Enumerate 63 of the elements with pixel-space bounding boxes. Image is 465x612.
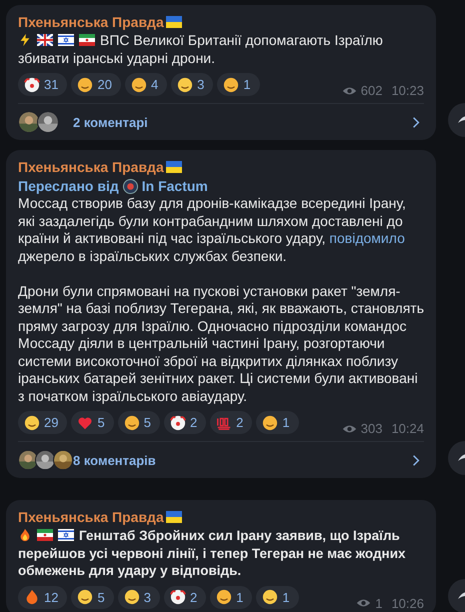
reaction-chip[interactable]: 3 bbox=[118, 586, 160, 608]
text-link[interactable]: повідомило bbox=[329, 230, 405, 246]
reaction-chip[interactable]: 5 bbox=[118, 411, 160, 434]
eye-icon bbox=[342, 424, 357, 434]
reaction-chip[interactable]: 12 bbox=[18, 586, 68, 608]
reaction-chip[interactable]: 1 bbox=[256, 411, 299, 434]
comments-count: 8 коментарів bbox=[73, 452, 157, 468]
reaction-chip[interactable]: 5 bbox=[71, 411, 114, 434]
clown-icon bbox=[170, 414, 186, 430]
reaction-chip[interactable]: 2 bbox=[164, 411, 206, 434]
forwarded-source[interactable]: In Factum bbox=[142, 178, 208, 194]
lightning-icon bbox=[18, 33, 32, 47]
reaction-chip[interactable]: 29 bbox=[18, 411, 68, 434]
clown-icon bbox=[170, 589, 186, 605]
flag-icon bbox=[37, 529, 53, 541]
flag-icon bbox=[166, 16, 182, 28]
chevron-right-icon bbox=[412, 116, 420, 128]
reaction-chip[interactable]: 3 bbox=[171, 73, 214, 96]
view-count: 602 bbox=[360, 83, 382, 98]
channel-name[interactable]: Пхеньянська Правда bbox=[18, 158, 164, 176]
comments-bar[interactable]: 8 коментарів bbox=[18, 441, 424, 478]
reaction-chip[interactable]: 31 bbox=[18, 73, 68, 96]
clown-icon bbox=[24, 76, 40, 92]
flag-icon bbox=[58, 34, 74, 46]
smiley-icon bbox=[262, 589, 278, 605]
flag-icon bbox=[58, 529, 74, 541]
smiley-icon bbox=[77, 589, 94, 605]
message-text: Генштаб Збройних сил Ірану заявив, що Ізраїль перейшов усі червоні лінії, і тепер Тегеран не має жодних обмежень для удару у відповідь. bbox=[18, 527, 407, 580]
message-text: Дрони були спрямовані на пускові установки ракет "земля-земля" на базі поблизу Тегерана, які, як вважають, становлять пряму загрозу для Ізраїлю. Одночасно підрозділи командос Моссаду діяли в центральній частині Ірану, розгортаючи системи високоточної зброї на відкритих ділянках поблизу іранських батарей зенітних ракет. Ці системи були активовані з початком ізраїльського авіаудару. bbox=[18, 282, 424, 405]
comments-count: 2 коментарі bbox=[73, 114, 149, 130]
channel-avatar-icon bbox=[122, 178, 138, 194]
comments-bar[interactable]: 2 коментарі bbox=[18, 103, 424, 140]
reaction-chip[interactable]: 20 bbox=[71, 73, 121, 96]
smiley-icon bbox=[24, 414, 40, 430]
channel-name[interactable]: Пхеньянська Правда bbox=[18, 508, 164, 526]
flag-icon bbox=[37, 34, 53, 46]
eye-icon bbox=[342, 86, 357, 96]
view-count: 303 bbox=[360, 421, 382, 436]
chevron-right-icon bbox=[412, 454, 420, 466]
forwarded-label: Переслано від bbox=[18, 178, 119, 194]
reaction-chip[interactable]: 2 bbox=[210, 411, 252, 434]
channel-name[interactable]: Пхеньянська Правда bbox=[18, 13, 164, 31]
reaction-chip[interactable]: 1 bbox=[210, 586, 252, 608]
flag-icon bbox=[166, 511, 182, 523]
heart-icon bbox=[77, 414, 94, 430]
eye-icon bbox=[356, 598, 372, 608]
post-time: 10:23 bbox=[391, 83, 424, 98]
post-time: 10:26 bbox=[391, 596, 424, 610]
smiley-icon bbox=[124, 589, 140, 605]
flag-icon bbox=[166, 161, 182, 173]
message-text: ВПС Великої Британії допомагають Ізраїлю збивати іранські ударні дрони. bbox=[18, 32, 384, 67]
reaction-chip[interactable]: 1 bbox=[217, 73, 260, 96]
flame-icon bbox=[24, 589, 40, 605]
message-text: Моссад створив базу для дронів-камікадзе всередині Ірану, які заздалегідь були контрабандним шляхом доставлені до країни й активовані під час ізраїльського удару, повідомило джерело в ізраїльських службах безпеки. bbox=[18, 195, 407, 265]
reaction-chip[interactable]: 4 bbox=[124, 73, 168, 96]
reaction-chip[interactable]: 5 bbox=[71, 586, 114, 608]
reaction-chip[interactable]: 2 bbox=[164, 586, 206, 608]
view-count: 1 bbox=[375, 596, 382, 610]
smiley-icon bbox=[177, 76, 194, 92]
post-time: 10:24 bbox=[391, 421, 424, 436]
reaction-chip[interactable]: 1 bbox=[256, 586, 299, 608]
flag-icon bbox=[79, 34, 95, 46]
flame-icon bbox=[18, 528, 32, 542]
